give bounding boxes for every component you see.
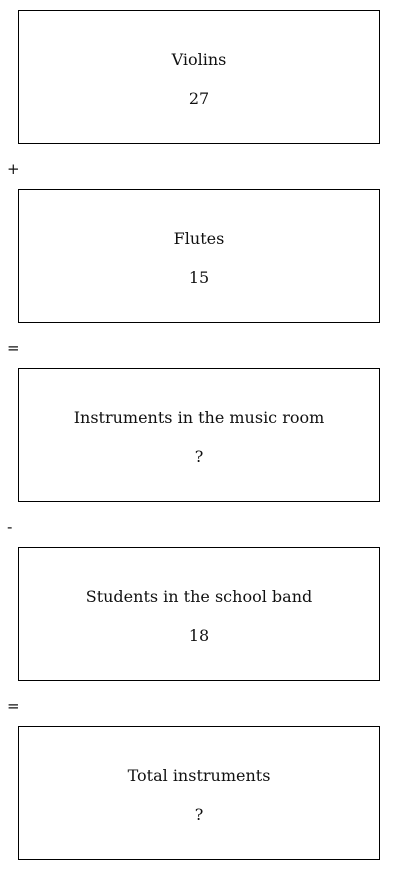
total-instruments-box: Total instruments ? bbox=[18, 726, 380, 860]
equals-operator-2: = bbox=[7, 697, 20, 715]
plus-operator: + bbox=[7, 160, 20, 178]
music-room-instruments-value: ? bbox=[194, 447, 204, 466]
school-band-students-value: 18 bbox=[188, 626, 210, 645]
flutes-box: Flutes 15 bbox=[18, 189, 380, 323]
violins-label: Violins bbox=[171, 50, 227, 69]
total-instruments-label: Total instruments bbox=[127, 766, 271, 785]
school-band-students-label: Students in the school band bbox=[85, 587, 313, 606]
equals-operator-1: = bbox=[7, 339, 20, 357]
music-room-instruments-box: Instruments in the music room ? bbox=[18, 368, 380, 502]
violins-box: Violins 27 bbox=[18, 10, 380, 144]
minus-operator: - bbox=[7, 518, 13, 536]
flutes-value: 15 bbox=[188, 268, 210, 287]
music-room-instruments-label: Instruments in the music room bbox=[73, 408, 325, 427]
violins-value: 27 bbox=[188, 89, 210, 108]
total-instruments-value: ? bbox=[194, 805, 204, 824]
flutes-label: Flutes bbox=[173, 229, 225, 248]
school-band-students-box: Students in the school band 18 bbox=[18, 547, 380, 681]
